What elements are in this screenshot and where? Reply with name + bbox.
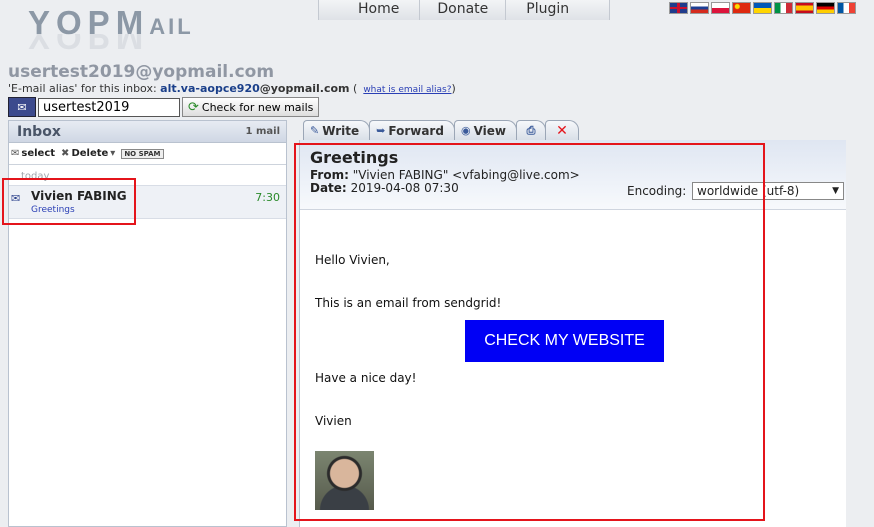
body-signature: Vivien — [315, 414, 352, 428]
ukraine-flag-icon[interactable] — [753, 2, 772, 14]
check-website-button[interactable]: CHECK MY WEBSITE — [465, 320, 664, 362]
alias-value: alt.va-aopce920 — [160, 82, 260, 95]
inbox-count: 1 mail — [245, 126, 280, 137]
italy-flag-icon[interactable] — [774, 2, 793, 14]
body-line-1: This is an email from sendgrid! — [315, 296, 502, 310]
message-from: From: "Vivien FABING" <vfabing@live.com> — [310, 168, 580, 182]
envelope-icon: ✉ — [11, 148, 20, 159]
body-greeting: Hello Vivien, — [315, 253, 390, 267]
message-subject: Greetings — [310, 148, 399, 167]
russia-flag-icon[interactable] — [690, 2, 709, 14]
chevron-down-icon: ▾ — [110, 148, 116, 159]
inbox-name-input[interactable] — [38, 97, 180, 117]
yopmail-logo[interactable]: YOPMAIL YOPM — [28, 4, 203, 56]
inbox-header: Inbox 1 mail — [9, 121, 286, 143]
alias-prefix: 'E-mail alias' for this inbox: — [8, 82, 157, 95]
forward-icon: ➥ — [376, 124, 386, 137]
delete-button[interactable]: ✖ Delete ▾ — [61, 148, 115, 159]
uk-flag-icon[interactable] — [669, 2, 688, 14]
logo-reflection: YOPM — [28, 34, 150, 56]
tab-delete[interactable]: ✕ — [544, 120, 579, 140]
login-row: ✉ ⟳ Check for new mails — [8, 97, 320, 117]
printer-icon: ⎙ — [526, 123, 536, 137]
select-button[interactable]: ✉ select — [11, 148, 55, 159]
no-spam-button[interactable]: NO SPAM — [121, 148, 164, 159]
mailbox-address: usertest2019@yopmail.com — [8, 62, 275, 82]
inbox-scrollbar[interactable] — [287, 120, 299, 527]
message-tabs: ✎ Write ➥ Forward ◉ View ⎙ ✕ — [303, 120, 579, 140]
germany-flag-icon[interactable] — [816, 2, 835, 14]
group-label-today: today — [21, 171, 50, 182]
mail-list-item[interactable]: ✉ Vivien FABING Greetings 7:30 — [9, 185, 286, 219]
alias-domain: @yopmail.com — [259, 82, 350, 95]
tab-forward[interactable]: ➥ Forward — [369, 120, 455, 140]
check-new-mails-button[interactable]: ⟳ Check for new mails — [182, 97, 320, 117]
alias-help-link[interactable]: what is email alias? — [363, 85, 451, 95]
top-nav: Home Donate Plugin — [318, 0, 611, 20]
mail-time: 7:30 — [255, 191, 280, 204]
message-pane: Greetings From: "Vivien FABING" <vfabing… — [299, 140, 874, 527]
pane-gutter — [846, 140, 874, 527]
encoding-label: Encoding: — [627, 184, 687, 198]
inbox-toolbar: ✉ select ✖ Delete ▾ NO SPAM — [9, 143, 286, 165]
inbox-login-icon: ✉ — [8, 97, 36, 117]
delete-x-icon: ✖ — [61, 148, 70, 159]
poland-flag-icon[interactable] — [711, 2, 730, 14]
body-line-2: Have a nice day! — [315, 371, 417, 385]
inbox-title: Inbox — [17, 123, 61, 140]
encoding-select[interactable]: worldwide (utf-8) ▼ — [692, 182, 844, 200]
message-header: Greetings From: "Vivien FABING" <vfabing… — [300, 140, 846, 210]
france-flag-icon[interactable] — [837, 2, 856, 14]
nav-donate[interactable]: Donate — [420, 0, 507, 20]
delete-x-icon: ✕ — [556, 122, 568, 139]
message-date: Date: 2019-04-08 07:30 — [310, 181, 459, 195]
nav-plugin[interactable]: Plugin — [506, 0, 611, 20]
china-flag-icon[interactable] — [732, 2, 751, 14]
spain-flag-icon[interactable] — [795, 2, 814, 14]
tab-write[interactable]: ✎ Write — [303, 120, 371, 140]
eye-icon: ◉ — [460, 124, 471, 137]
dropdown-arrow-icon: ▼ — [832, 186, 839, 196]
tab-print[interactable]: ⎙ — [515, 120, 546, 140]
write-icon: ✎ — [310, 124, 320, 137]
alias-line: 'E-mail alias' for this inbox: alt.va-ao… — [8, 82, 456, 95]
envelope-icon: ✉ — [11, 192, 21, 205]
nav-home[interactable]: Home — [319, 0, 421, 20]
refresh-icon: ⟳ — [188, 99, 199, 115]
mail-subject: Greetings — [31, 205, 75, 215]
sender-photo — [315, 451, 374, 510]
mail-from: Vivien FABING — [31, 189, 127, 203]
tab-view[interactable]: ◉ View — [453, 120, 517, 140]
inbox-panel: Inbox 1 mail ✉ select ✖ Delete ▾ NO SPAM… — [8, 120, 287, 527]
language-flags — [669, 2, 856, 14]
